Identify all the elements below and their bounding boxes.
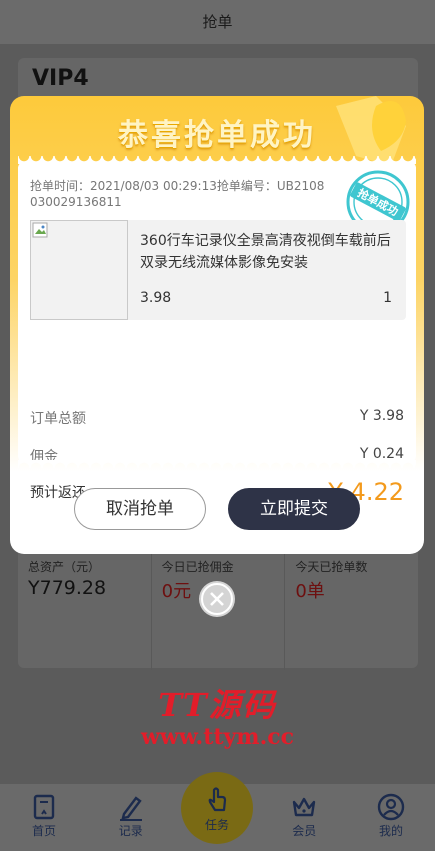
page-header: 抢单 [0,0,435,44]
order-ticket: 抢单时间：2021/08/03 00:29:13抢单编号：UB210803002… [18,156,416,506]
product-item: 360行车记录仪全景高清夜视倒车载前后双录无线流媒体影像免安装 3.98 1 [30,220,406,320]
page-title: 抢单 [202,13,233,31]
stat-label: 总资产（元） [28,560,101,574]
product-quantity: 1 [383,290,392,306]
nav-home-label: 首页 [31,824,56,838]
close-modal-button[interactable] [199,581,235,617]
nav-task-label: 任务 [204,817,229,832]
order-total-value: Y 3.98 [359,408,404,424]
vip-level: VIP4 [32,66,89,91]
nav-member[interactable]: 会员 [272,784,336,851]
order-info: 抢单时间：2021/08/03 00:29:13抢单编号：UB210803002… [30,179,325,209]
nav-records-label: 记录 [118,824,143,838]
order-total-label: 订单总额 [30,411,86,427]
hand-tap-icon [208,786,227,811]
broken-image-icon [32,222,48,238]
stat-label: 今天已抢单数 [295,560,368,574]
watermark: TT源码 www.ttym.cc [0,680,435,750]
watermark-title: TT源码 [158,686,277,724]
modal-title: 恭喜抢单成功 [118,118,316,153]
commission-row: 佣金 Y 0.24 [30,446,404,466]
nav-mine[interactable]: 我的 [359,784,423,851]
commission-label: 佣金 [30,449,58,465]
nav-task[interactable]: 任务 [181,772,253,844]
product-image [30,220,128,320]
crown-icon [293,797,316,817]
nav-records[interactable]: 记录 [99,784,163,851]
stat-value: Y779.28 [28,577,107,599]
nav-mine-label: 我的 [378,824,403,838]
close-icon [201,583,233,615]
order-success-modal: 恭喜抢单成功 抢单时间：2021/08/03 00:29:13抢单编号：UB21… [10,96,424,554]
stat-total-assets: 总资产（元） Y779.28 [18,552,152,670]
book-icon [33,794,55,820]
order-total-row: 订单总额 Y 3.98 [30,408,404,428]
nav-member-label: 会员 [292,824,317,838]
commission-value: Y 0.24 [359,446,404,462]
stat-label: 今日已抢佣金 [161,560,234,574]
product-name: 360行车记录仪全景高清夜视倒车载前后双录无线流媒体影像免安装 [140,233,391,271]
submit-order-button[interactable]: 立即提交 [228,488,360,530]
stat-today-orders: 今天已抢单数 0单 [285,552,418,670]
user-circle-icon [377,793,405,821]
watermark-url: www.ttym.cc [140,724,295,750]
product-price: 3.98 [140,290,172,306]
cancel-order-button[interactable]: 取消抢单 [74,488,206,530]
nav-home[interactable]: 首页 [12,784,76,851]
pen-icon [119,796,142,821]
stat-value: 0单 [295,581,325,602]
